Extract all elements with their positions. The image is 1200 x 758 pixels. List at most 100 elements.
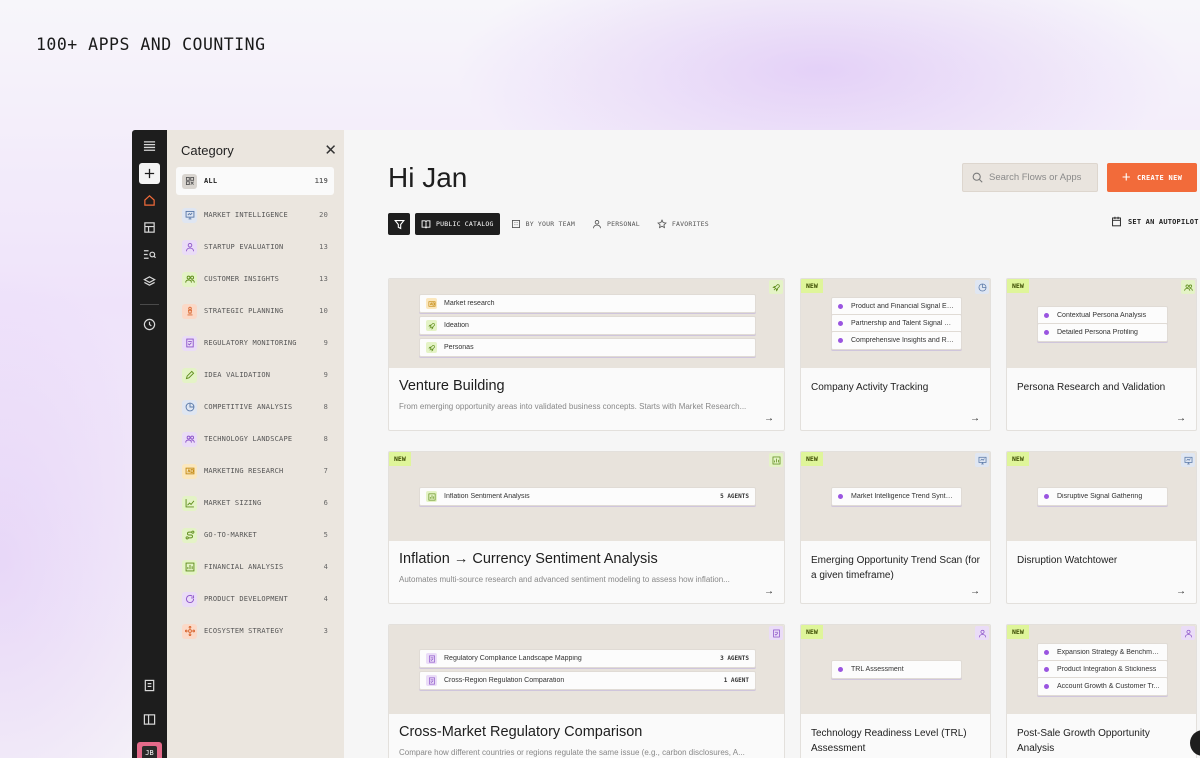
rail-divider xyxy=(140,304,159,305)
step-label: Regulatory Compliance Landscape Mapping xyxy=(444,655,582,662)
step-label: Personas xyxy=(444,344,474,351)
search-box[interactable] xyxy=(962,163,1098,192)
arrow-right-icon[interactable]: → xyxy=(764,413,774,424)
category-item[interactable]: IDEA VALIDATION 9 xyxy=(176,359,334,391)
avatar-initials: JB xyxy=(142,746,157,758)
category-count: 9 xyxy=(323,371,328,379)
step-label: Detailed Persona Profiling xyxy=(1057,329,1138,336)
card-category-badge xyxy=(1181,453,1195,467)
arrow-right-icon[interactable]: → xyxy=(1176,413,1186,424)
arrow-right-icon[interactable]: → xyxy=(764,586,774,597)
tab-personal[interactable]: PERSONAL xyxy=(586,213,646,235)
monitor-icon xyxy=(1184,456,1192,464)
category-item[interactable]: TECHNOLOGY LANDSCAPE 8 xyxy=(176,423,334,455)
doc-icon[interactable] xyxy=(139,675,160,696)
book-icon xyxy=(421,220,431,229)
tab-by-your-team[interactable]: BY YOUR TEAM xyxy=(505,213,581,235)
card-description: Compare how different countries or regio… xyxy=(399,748,745,757)
app-card[interactable]: Market research Ideation Personas Venture B… xyxy=(388,278,785,431)
workflow-step: Disruptive Signal Gathering xyxy=(1037,487,1168,506)
category-item[interactable]: GO-TO-MARKET 5 xyxy=(176,519,334,551)
funnel-icon xyxy=(393,219,405,229)
tab-label: PUBLIC CATALOG xyxy=(436,220,494,228)
filter-button[interactable] xyxy=(388,213,410,235)
step-icon xyxy=(426,342,437,353)
board-icon[interactable] xyxy=(139,217,160,238)
step-dot xyxy=(838,494,843,499)
people-icon xyxy=(1183,284,1193,291)
category-label: TECHNOLOGY LANDSCAPE xyxy=(204,435,293,443)
doc-check-icon xyxy=(182,335,197,351)
category-item[interactable]: PRODUCT DEVELOPMENT 4 xyxy=(176,583,334,615)
step-label: Disruptive Signal Gathering xyxy=(1057,493,1143,500)
arrow-right-icon[interactable]: → xyxy=(970,586,980,597)
category-item[interactable]: FINANCIAL ANALYSIS 4 xyxy=(176,551,334,583)
create-new-button[interactable]: + CREATE NEW xyxy=(1107,163,1197,192)
new-badge: NEW xyxy=(1007,452,1029,466)
main-content: Hi Jan + CREATE NEW PUBLIC CATALOG BY YO… xyxy=(344,130,1200,758)
set-autopilot-button[interactable]: SET AN AUTOPILOT xyxy=(1111,216,1199,227)
app-card[interactable]: NEW Market Intelligence Trend Synth... Eme… xyxy=(800,451,991,604)
category-item[interactable]: REGULATORY MONITORING 9 xyxy=(176,327,334,359)
app-card[interactable]: NEW Expansion Strategy & Benchmark Product… xyxy=(1006,624,1197,758)
clock-icon[interactable] xyxy=(139,314,160,335)
category-label: IDEA VALIDATION xyxy=(204,371,271,379)
step-icon xyxy=(426,653,437,664)
app-card[interactable]: NEW TRL Assessment Technology Readiness Le… xyxy=(800,624,991,758)
app-card[interactable]: Regulatory Compliance Landscape Mapping 3… xyxy=(388,624,785,758)
app-card[interactable]: NEW Product and Financial Signal Ext... Pa… xyxy=(800,278,991,431)
step-dot xyxy=(838,304,843,309)
agent-count: 5 AGENTS xyxy=(720,493,749,500)
card-category-badge xyxy=(1181,626,1195,640)
app-card[interactable]: NEW Inflation Sentiment Analysis 5 AGENTS I… xyxy=(388,451,785,604)
category-item[interactable]: MARKET INTELLIGENCE 20 xyxy=(176,199,334,231)
category-header: Category ✕ xyxy=(181,138,337,162)
panel-icon[interactable] xyxy=(139,709,160,730)
avatar[interactable]: JB xyxy=(137,742,162,758)
layers-icon[interactable] xyxy=(139,271,160,292)
step-label: Account Growth & Customer Tr... xyxy=(1057,683,1160,690)
card-category-badge xyxy=(769,280,783,294)
card-preview xyxy=(389,625,784,714)
search-input[interactable] xyxy=(989,172,1093,183)
page-headline: 100+ APPS AND COUNTING xyxy=(36,35,266,54)
building-icon xyxy=(511,220,520,228)
category-item[interactable]: MARKET SIZING 6 xyxy=(176,487,334,519)
pie-icon xyxy=(978,283,986,291)
card-category-badge xyxy=(1181,280,1195,294)
plus-icon[interactable] xyxy=(139,163,160,184)
category-count: 10 xyxy=(319,307,328,315)
app-card[interactable]: NEW Disruptive Signal Gathering Disruption… xyxy=(1006,451,1197,604)
route-icon xyxy=(182,527,197,543)
close-icon[interactable]: ✕ xyxy=(324,143,337,158)
list-icon[interactable] xyxy=(139,136,160,157)
category-count: 13 xyxy=(319,243,328,251)
doc-check-icon xyxy=(428,677,435,684)
workflow-step: Market Intelligence Trend Synth... xyxy=(831,487,962,506)
card-description: Automates multi-source research and adva… xyxy=(399,575,730,584)
tab-favorites[interactable]: FAVORITES xyxy=(651,213,715,235)
search-list-icon[interactable] xyxy=(139,244,160,265)
calendar-icon xyxy=(1112,216,1121,227)
category-item[interactable]: STRATEGIC PLANNING 10 xyxy=(176,295,334,327)
step-label: TRL Assessment xyxy=(851,666,904,673)
rocket-icon xyxy=(771,283,780,292)
category-item[interactable]: ALL 119 xyxy=(176,167,334,195)
category-item[interactable]: COMPETITIVE ANALYSIS 8 xyxy=(176,391,334,423)
card-title: Venture Building xyxy=(399,378,505,394)
app-card[interactable]: NEW Contextual Persona Analysis Detailed P… xyxy=(1006,278,1197,431)
home-icon[interactable] xyxy=(139,190,160,211)
step-label: Expansion Strategy & Benchmark xyxy=(1057,649,1161,656)
arrow-right-icon[interactable]: → xyxy=(970,413,980,424)
tab-label: PERSONAL xyxy=(606,220,640,228)
tab-public-catalog[interactable]: PUBLIC CATALOG xyxy=(415,213,500,235)
category-item[interactable]: STARTUP EVALUATION 13 xyxy=(176,231,334,263)
step-dot xyxy=(1044,330,1049,335)
category-item[interactable]: CUSTOMER INSIGHTS 13 xyxy=(176,263,334,295)
category-count: 9 xyxy=(323,339,328,347)
arrow-right-icon[interactable]: → xyxy=(1176,586,1186,597)
pencil-icon xyxy=(182,367,197,383)
category-item[interactable]: ECOSYSTEM STRATEGY 3 xyxy=(176,615,334,647)
category-item[interactable]: MARKETING RESEARCH 7 xyxy=(176,455,334,487)
new-badge: NEW xyxy=(801,279,823,293)
